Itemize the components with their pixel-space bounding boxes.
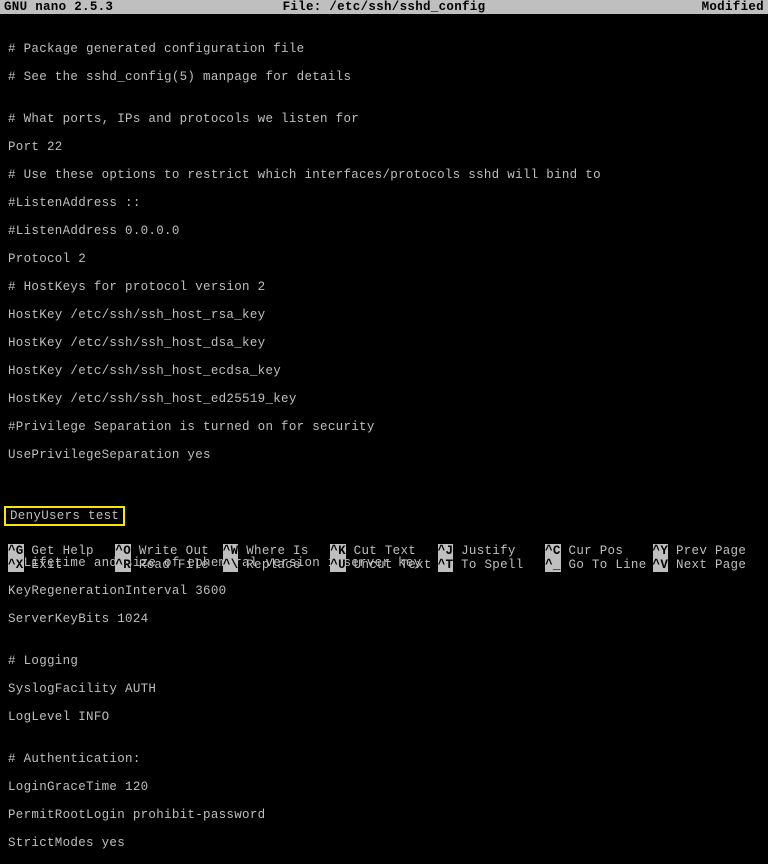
shortcut-label: To Spell bbox=[453, 558, 523, 572]
text-line: # See the sshd_config(5) manpage for det… bbox=[8, 70, 760, 84]
shortcut-label: Write Out bbox=[131, 544, 209, 558]
key-icon: ^\ bbox=[223, 558, 239, 572]
text-line: #ListenAddress 0.0.0.0 bbox=[8, 224, 760, 238]
text-line: HostKey /etc/ssh/ssh_host_ed25519_key bbox=[8, 392, 760, 406]
key-icon: ^Y bbox=[653, 544, 669, 558]
shortcut-label: Get Help bbox=[24, 544, 94, 558]
highlighted-line: DenyUsers test bbox=[4, 506, 125, 526]
shortcut-where-is[interactable]: ^W Where Is bbox=[223, 544, 330, 558]
text-line: StrictModes yes bbox=[8, 836, 760, 850]
key-icon: ^X bbox=[8, 558, 24, 572]
shortcut-write-out[interactable]: ^O Write Out bbox=[115, 544, 222, 558]
shortcut-get-help[interactable]: ^G Get Help bbox=[8, 544, 115, 558]
key-icon: ^R bbox=[115, 558, 131, 572]
shortcut-label: Go To Line bbox=[561, 558, 647, 572]
text-line: Port 22 bbox=[8, 140, 760, 154]
text-line: SyslogFacility AUTH bbox=[8, 682, 760, 696]
shortcut-label: Prev Page bbox=[668, 544, 746, 558]
key-icon: ^V bbox=[653, 558, 669, 572]
key-icon: ^G bbox=[8, 544, 24, 558]
text-line: LoginGraceTime 120 bbox=[8, 780, 760, 794]
text-line: # Package generated configuration file bbox=[8, 42, 760, 56]
shortcut-label: Replace bbox=[238, 558, 300, 572]
key-icon: ^_ bbox=[545, 558, 561, 572]
text-line: HostKey /etc/ssh/ssh_host_rsa_key bbox=[8, 308, 760, 322]
shortcut-prev-page[interactable]: ^Y Prev Page bbox=[653, 544, 760, 558]
text-line: # Authentication: bbox=[8, 752, 760, 766]
text-line: # HostKeys for protocol version 2 bbox=[8, 280, 760, 294]
shortcut-label: Cut Text bbox=[346, 544, 416, 558]
text-line: #ListenAddress :: bbox=[8, 196, 760, 210]
shortcut-cut-text[interactable]: ^K Cut Text bbox=[330, 544, 437, 558]
text-line: UsePrivilegeSeparation yes bbox=[8, 448, 760, 462]
file-path: File: /etc/ssh/sshd_config bbox=[0, 0, 768, 14]
shortcut-label: Next Page bbox=[668, 558, 746, 572]
text-line: HostKey /etc/ssh/ssh_host_dsa_key bbox=[8, 336, 760, 350]
text-line: # What ports, IPs and protocols we liste… bbox=[8, 112, 760, 126]
shortcut-row-2: ^X Exit ^R Read File ^\ Replace ^U Uncut… bbox=[8, 558, 760, 572]
text-line: LogLevel INFO bbox=[8, 710, 760, 724]
shortcut-to-spell[interactable]: ^T To Spell bbox=[438, 558, 545, 572]
shortcut-label: Cur Pos bbox=[561, 544, 623, 558]
shortcut-label: Exit bbox=[24, 558, 63, 572]
text-line: KeyRegenerationInterval 3600 bbox=[8, 584, 760, 598]
shortcut-exit[interactable]: ^X Exit bbox=[8, 558, 115, 572]
key-icon: ^J bbox=[438, 544, 454, 558]
text-line: # Use these options to restrict which in… bbox=[8, 168, 760, 182]
shortcut-go-to-line[interactable]: ^_ Go To Line bbox=[545, 558, 652, 572]
key-icon: ^U bbox=[330, 558, 346, 572]
shortcut-justify[interactable]: ^J Justify bbox=[438, 544, 545, 558]
text-line: # Logging bbox=[8, 654, 760, 668]
text-line: #Privilege Separation is turned on for s… bbox=[8, 420, 760, 434]
shortcut-label: Justify bbox=[453, 544, 515, 558]
shortcut-row-1: ^G Get Help ^O Write Out ^W Where Is ^K … bbox=[8, 544, 760, 558]
shortcut-replace[interactable]: ^\ Replace bbox=[223, 558, 330, 572]
editor-titlebar: GNU nano 2.5.3 File: /etc/ssh/sshd_confi… bbox=[0, 0, 768, 14]
key-icon: ^C bbox=[545, 544, 561, 558]
key-icon: ^T bbox=[438, 558, 454, 572]
key-icon: ^K bbox=[330, 544, 346, 558]
text-line: Protocol 2 bbox=[8, 252, 760, 266]
text-line: HostKey /etc/ssh/ssh_host_ecdsa_key bbox=[8, 364, 760, 378]
editor-content[interactable]: # Package generated configuration file #… bbox=[0, 14, 768, 864]
text-line: ServerKeyBits 1024 bbox=[8, 612, 760, 626]
shortcut-next-page[interactable]: ^V Next Page bbox=[653, 558, 760, 572]
shortcut-label: Where Is bbox=[238, 544, 308, 558]
key-icon: ^O bbox=[115, 544, 131, 558]
text-line: PermitRootLogin prohibit-password bbox=[8, 808, 760, 822]
shortcut-read-file[interactable]: ^R Read File bbox=[115, 558, 222, 572]
key-icon: ^W bbox=[223, 544, 239, 558]
shortcut-cur-pos[interactable]: ^C Cur Pos bbox=[545, 544, 652, 558]
shortcut-label: Read File bbox=[131, 558, 209, 572]
shortcut-bar: ^G Get Help ^O Write Out ^W Where Is ^K … bbox=[0, 544, 768, 572]
shortcut-label: Uncut Text bbox=[346, 558, 432, 572]
shortcut-uncut-text[interactable]: ^U Uncut Text bbox=[330, 558, 437, 572]
